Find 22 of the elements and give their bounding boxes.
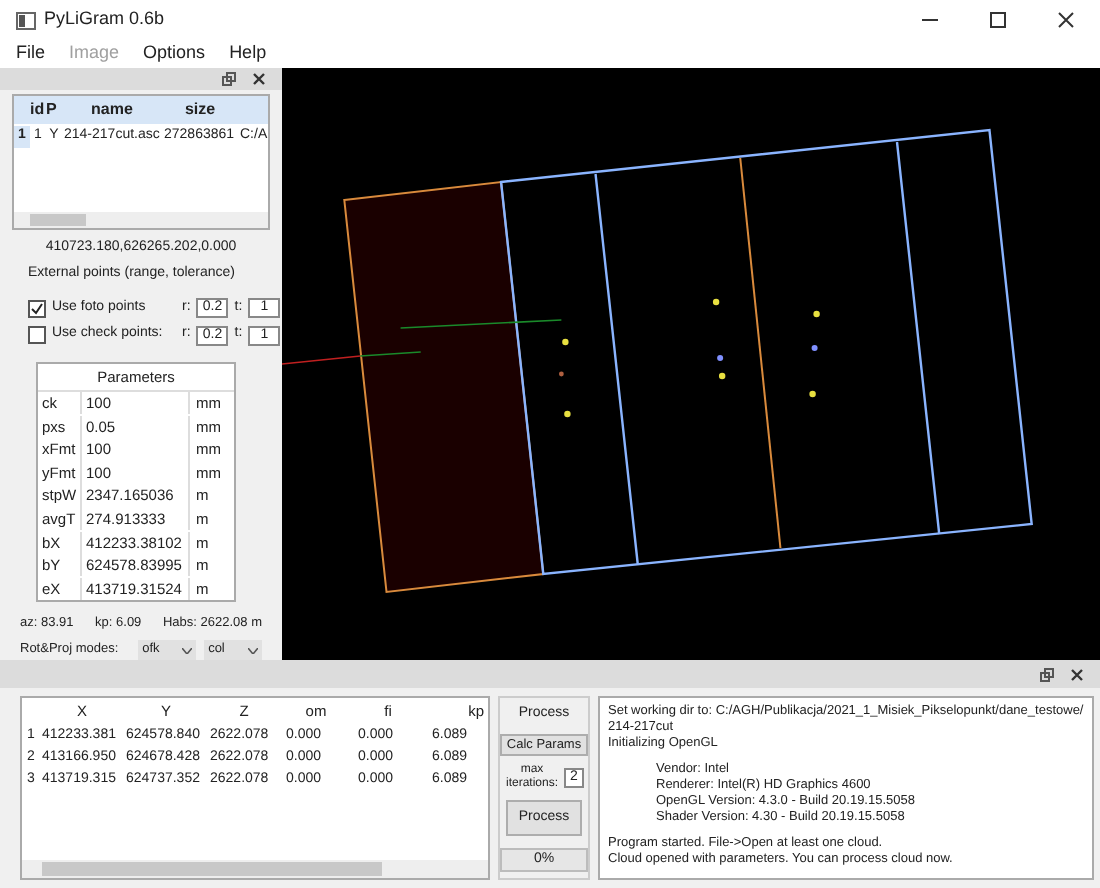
float-icon[interactable] <box>222 71 236 86</box>
horizontal-scrollbar[interactable] <box>14 211 268 228</box>
window-title: PyLiGram 0.6b <box>44 6 167 33</box>
close-icon[interactable] <box>252 71 266 86</box>
horizontal-scrollbar[interactable] <box>22 860 488 878</box>
chevron-icon <box>182 647 193 653</box>
column-header[interactable]: P <box>46 97 62 122</box>
checkbox[interactable] <box>28 326 46 345</box>
maximize-icon[interactable] <box>988 10 1008 30</box>
column-header[interactable]: name <box>62 97 162 122</box>
menu-item[interactable]: Options <box>143 40 206 68</box>
app-icon <box>16 11 36 29</box>
float-icon[interactable] <box>1040 667 1054 681</box>
chevron-icon <box>247 647 258 653</box>
close-icon[interactable] <box>1056 10 1076 30</box>
menu-item[interactable]: Help <box>229 40 267 68</box>
close-icon[interactable] <box>1070 667 1084 681</box>
menu-item[interactable]: File <box>16 40 46 68</box>
column-header[interactable]: size <box>162 97 238 122</box>
check-icon <box>30 301 44 316</box>
column-header[interactable]: id <box>30 97 46 122</box>
checkbox[interactable] <box>28 299 46 318</box>
